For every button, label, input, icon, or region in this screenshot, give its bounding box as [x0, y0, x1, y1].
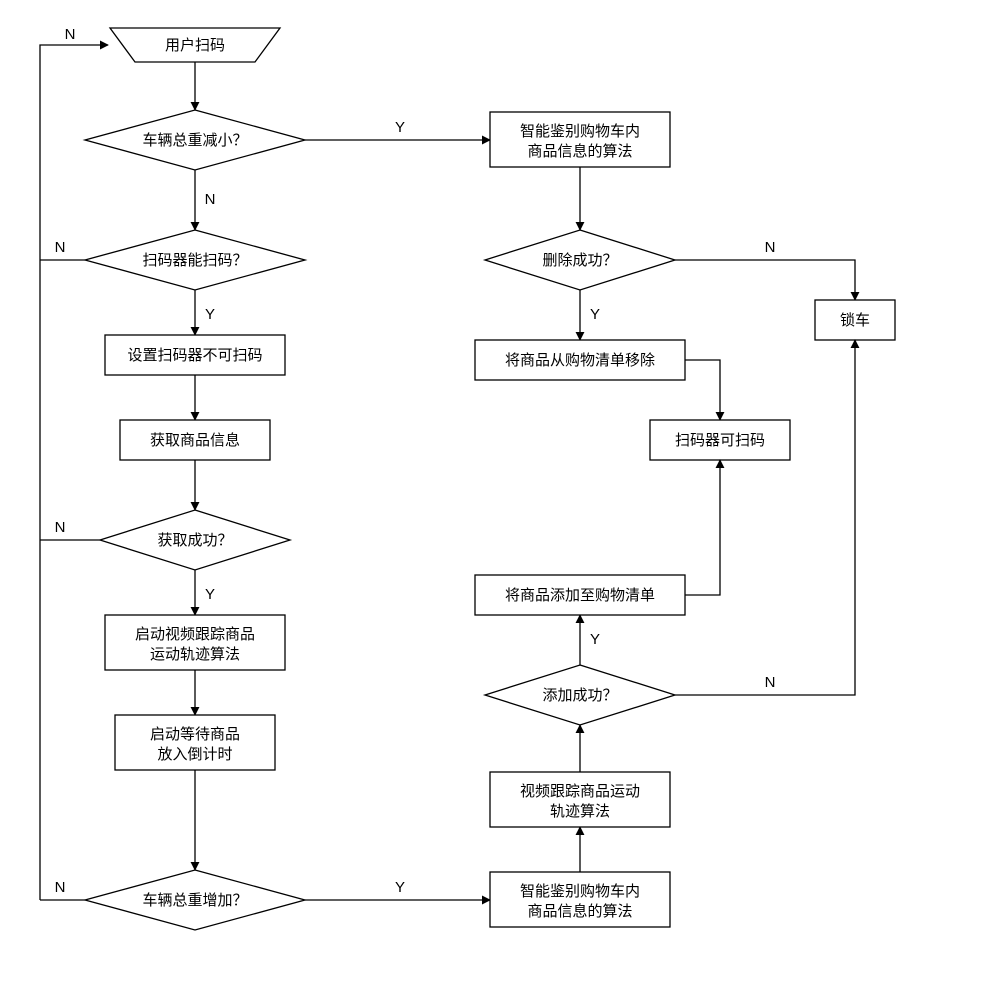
proc-algo-top-l2: 商品信息的算法: [527, 142, 632, 160]
edge-collector-top-n: N: [65, 26, 76, 43]
proc-start-track-l2: 运动轨迹算法: [150, 645, 240, 663]
decision-can-scan-label: 扫码器能扫码？: [142, 252, 247, 269]
start-label: 用户扫码: [165, 37, 225, 54]
edge-delok-y-label: Y: [590, 306, 600, 323]
edge-canscan-n-label: N: [55, 239, 66, 256]
decision-get-ok-label: 获取成功？: [157, 532, 232, 549]
edge-wdec-y-label: Y: [395, 119, 405, 136]
proc-set-no-scan-label: 设置扫码器不可扫码: [127, 347, 262, 364]
proc-start-countdown-l2: 放入倒计时: [157, 746, 232, 763]
edge-addok-n-label: N: [765, 674, 776, 691]
edge-delok-n: [675, 260, 855, 300]
edge-getok-y-label: Y: [205, 586, 215, 603]
proc-start-track-l1: 启动视频跟踪商品: [135, 626, 255, 643]
edge-addok-y-label: Y: [590, 631, 600, 648]
proc-track-algo-l2: 轨迹算法: [550, 802, 610, 820]
proc-algo-top-l1: 智能鉴别购物车内: [520, 122, 640, 140]
edge-delok-n-label: N: [765, 239, 776, 256]
decision-delete-ok-label: 删除成功？: [542, 252, 617, 269]
edge-add-scanner: [685, 460, 720, 595]
decision-weight-inc-label: 车辆总重增加？: [142, 892, 247, 909]
proc-algo-bot-l2: 商品信息的算法: [527, 902, 632, 920]
proc-get-info-label: 获取商品信息: [150, 432, 240, 449]
edge-winc-n-label: N: [55, 879, 66, 896]
edge-collector-to-start: [40, 45, 108, 900]
edge-winc-y-label: Y: [395, 879, 405, 896]
proc-lock-label: 锁车: [840, 312, 870, 329]
edge-canscan-y-label: Y: [205, 306, 215, 323]
proc-scanner-ok-label: 扫码器可扫码: [675, 432, 765, 449]
proc-remove-item-label: 将商品从购物清单移除: [505, 352, 655, 369]
edge-remove-scanner: [685, 360, 720, 420]
proc-add-item-label: 将商品添加至购物清单: [505, 587, 655, 604]
edge-getok-n-label: N: [55, 519, 66, 536]
proc-algo-bot-l1: 智能鉴别购物车内: [520, 882, 640, 900]
edge-addok-n: [675, 340, 855, 695]
proc-track-algo-l1: 视频跟踪商品运动: [520, 783, 640, 800]
proc-start-countdown-l1: 启动等待商品: [150, 725, 240, 743]
decision-add-ok-label: 添加成功？: [542, 687, 617, 704]
decision-weight-dec-label: 车辆总重减小？: [142, 132, 247, 149]
edge-wdec-n-label: N: [205, 191, 216, 208]
